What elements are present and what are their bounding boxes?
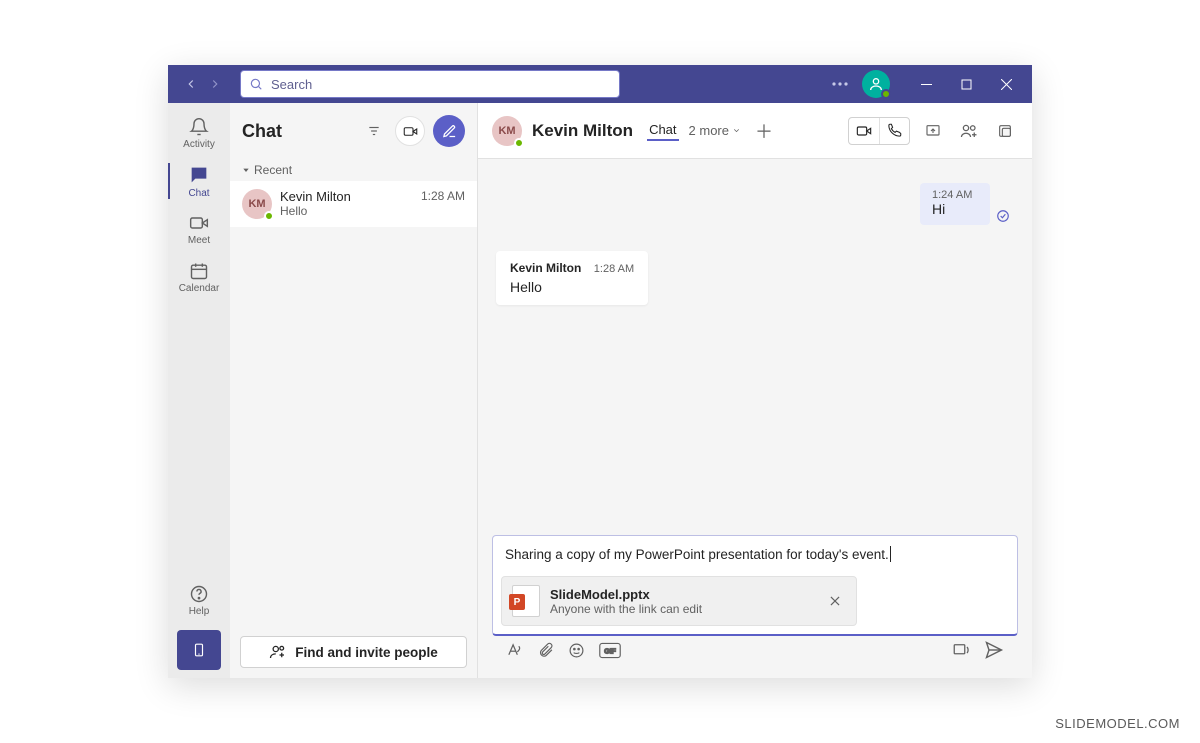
chat-list-title: Chat — [242, 121, 353, 142]
message-received: Kevin Milton 1:28 AM Hello — [496, 251, 648, 305]
section-recent[interactable]: Recent — [230, 159, 477, 181]
popout-button[interactable] — [992, 118, 1018, 144]
close-button[interactable] — [986, 65, 1026, 103]
compose-area: Sharing a copy of my PowerPoint presenta… — [492, 535, 1018, 668]
titlebar-right — [826, 65, 1026, 103]
rail-label: Chat — [188, 188, 209, 199]
compose-text-value: Sharing a copy of my PowerPoint presenta… — [505, 547, 889, 562]
screen-share-button[interactable] — [920, 118, 946, 144]
add-people-button[interactable] — [956, 118, 982, 144]
avatar-initials: KM — [498, 125, 515, 137]
messages-area[interactable]: 1:24 AM Hi Kevin Milton 1:28 AM Hello — [478, 159, 1032, 535]
chat-list-item[interactable]: KM Kevin Milton 1:28 AM Hello — [230, 181, 477, 227]
nav-back-button[interactable] — [180, 73, 202, 95]
rail-chat[interactable]: Chat — [168, 157, 230, 205]
remove-attachment-button[interactable] — [824, 590, 846, 612]
presence-available-icon — [514, 138, 524, 148]
chat-list-pane: Chat Recent KM — [230, 103, 478, 678]
tab-more-label: 2 more — [689, 123, 729, 138]
gif-button[interactable]: GIF — [599, 642, 621, 659]
attach-button[interactable] — [537, 642, 554, 659]
presence-available-icon — [264, 211, 274, 221]
message-text: Hello — [510, 279, 634, 295]
compose-input[interactable]: Sharing a copy of my PowerPoint presenta… — [493, 536, 1017, 572]
pp-badge: P — [509, 594, 525, 610]
message-preview: Hello — [280, 204, 465, 218]
powerpoint-file-icon: P — [512, 585, 540, 617]
contact-name-header: Kevin Milton — [532, 121, 633, 141]
rail-label: Activity — [183, 139, 215, 150]
rail-help[interactable]: Help — [168, 576, 230, 624]
conversation-header: KM Kevin Milton Chat 2 more ＋ — [478, 103, 1032, 159]
watermark: SLIDEMODEL.COM — [1055, 716, 1180, 731]
call-buttons — [848, 117, 910, 145]
avatar-initials: KM — [248, 198, 265, 210]
emoji-button[interactable] — [568, 642, 585, 659]
tab-chat[interactable]: Chat — [647, 120, 678, 141]
more-button[interactable] — [826, 78, 854, 90]
conversation-pane: KM Kevin Milton Chat 2 more ＋ — [478, 103, 1032, 678]
message-text: Hi — [932, 201, 978, 217]
message-time: 1:24 AM — [932, 189, 978, 201]
audio-call-button[interactable] — [879, 118, 909, 144]
rail-label: Calendar — [179, 283, 220, 294]
contact-name: Kevin Milton — [280, 189, 351, 204]
presence-available-icon — [881, 89, 891, 99]
svg-text:GIF: GIF — [604, 648, 616, 655]
compose-toolbar: GIF — [492, 636, 1018, 668]
chat-list-header: Chat — [230, 103, 477, 159]
rail-mobile-button[interactable] — [177, 630, 221, 670]
teams-window: Search Activity — [168, 65, 1032, 678]
message-time: 1:28 AM — [594, 263, 634, 275]
rail-label: Meet — [188, 235, 210, 246]
rail-calendar[interactable]: Calendar — [168, 253, 230, 301]
minimize-button[interactable] — [906, 65, 946, 103]
nav-forward-button[interactable] — [204, 73, 226, 95]
attachment-filename: SlideModel.pptx — [550, 587, 814, 602]
tab-more[interactable]: 2 more — [689, 123, 741, 138]
window-controls — [906, 65, 1026, 103]
contact-avatar[interactable]: KM — [492, 116, 522, 146]
message-sent: 1:24 AM Hi — [920, 183, 1010, 225]
rail-label: Help — [189, 606, 210, 617]
rail-meet[interactable]: Meet — [168, 205, 230, 253]
search-placeholder: Search — [271, 77, 312, 92]
attachment-card[interactable]: P SlideModel.pptx Anyone with the link c… — [501, 576, 857, 626]
app-rail: Activity Chat Meet Calendar Help — [168, 103, 230, 678]
nav-arrows — [174, 73, 232, 95]
immersive-reader-button[interactable] — [952, 641, 970, 659]
invite-label: Find and invite people — [295, 645, 438, 660]
meet-now-button[interactable] — [395, 116, 425, 146]
compose-box: Sharing a copy of my PowerPoint presenta… — [492, 535, 1018, 636]
invite-people-button[interactable]: Find and invite people — [240, 636, 467, 668]
message-bubble[interactable]: Kevin Milton 1:28 AM Hello — [496, 251, 648, 305]
last-message-time: 1:28 AM — [421, 189, 465, 204]
new-chat-button[interactable] — [433, 115, 465, 147]
attachment-permission: Anyone with the link can edit — [550, 602, 814, 616]
video-call-button[interactable] — [849, 118, 879, 144]
section-label-text: Recent — [254, 163, 292, 177]
filter-button[interactable] — [361, 118, 387, 144]
add-tab-button[interactable]: ＋ — [751, 118, 777, 144]
maximize-button[interactable] — [946, 65, 986, 103]
format-button[interactable] — [506, 642, 523, 659]
search-input[interactable]: Search — [240, 70, 620, 98]
message-bubble[interactable]: 1:24 AM Hi — [920, 183, 990, 225]
titlebar: Search — [168, 65, 1032, 103]
send-button[interactable] — [984, 640, 1004, 660]
app-body: Activity Chat Meet Calendar Help — [168, 103, 1032, 678]
text-cursor — [890, 546, 891, 562]
rail-activity[interactable]: Activity — [168, 109, 230, 157]
read-receipt-icon — [996, 209, 1010, 225]
user-avatar[interactable] — [862, 70, 890, 98]
message-author: Kevin Milton — [510, 261, 581, 275]
contact-avatar: KM — [242, 189, 272, 219]
